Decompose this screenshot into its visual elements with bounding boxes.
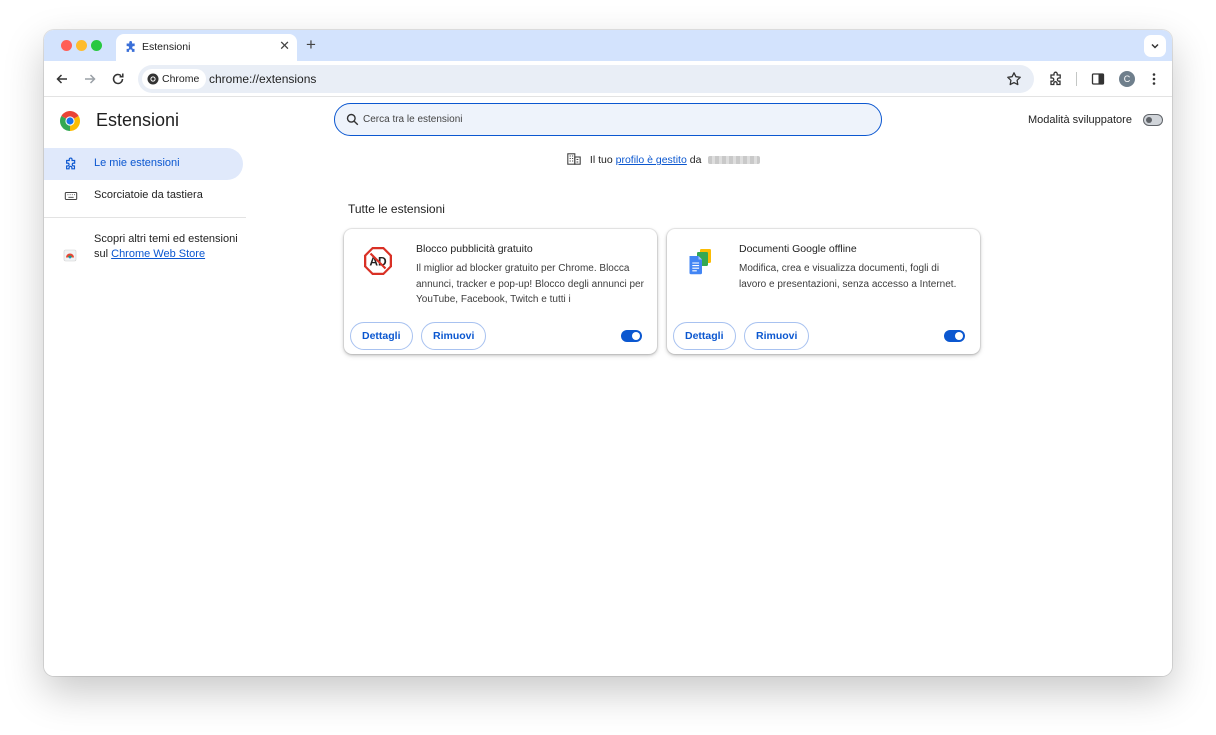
kebab-menu-icon[interactable] [1146, 71, 1162, 87]
extension-description: Modifica, crea e visualizza documenti, f… [739, 263, 957, 290]
building-icon [567, 153, 581, 165]
profile-avatar[interactable]: C [1119, 71, 1135, 87]
tab-title: Estensioni [142, 41, 191, 53]
web-store-promo: Scopri altri temi ed estensioni sul Chro… [94, 232, 244, 262]
puzzle-icon [66, 157, 76, 170]
sidebar-item-label: Scorciatoie da tastiera [94, 189, 203, 201]
web-store-icon [63, 249, 77, 262]
search-box[interactable] [334, 103, 882, 136]
details-button[interactable]: Dettagli [673, 322, 736, 350]
search-icon [346, 113, 359, 126]
reload-icon[interactable] [110, 71, 126, 87]
site-info-label: Chrome [162, 73, 200, 85]
extension-name: Blocco pubblicità gratuito [416, 243, 533, 255]
google-docs-icon [689, 249, 711, 275]
minimize-window-button[interactable] [76, 40, 87, 51]
forward-arrow-icon[interactable] [82, 71, 98, 87]
extension-enable-toggle[interactable] [944, 330, 965, 342]
extensions-page: Estensioni Modalità sviluppatore Le mie … [44, 98, 1172, 676]
ad-block-icon: AD [364, 247, 392, 275]
sidebar-item-label: Le mie estensioni [94, 157, 180, 169]
managed-notice-suffix: da [689, 154, 702, 166]
toolbar-divider [1076, 72, 1077, 86]
chrome-web-store-link[interactable]: Chrome Web Store [111, 248, 205, 260]
chrome-logo-icon [60, 111, 80, 131]
remove-button[interactable]: Rimuovi [744, 322, 810, 350]
side-panel-icon[interactable] [1090, 71, 1106, 87]
extension-card: Documenti Google offline Modifica, crea … [667, 229, 980, 354]
site-info-chip[interactable]: Chrome [142, 69, 207, 89]
developer-mode-toggle[interactable] [1143, 114, 1163, 126]
toolbar: Chrome chrome://extensions C [44, 61, 1172, 97]
puzzle-icon [126, 41, 135, 52]
browser-window: Estensioni ✕ + Chrome chrome://extension… [44, 30, 1172, 676]
bookmark-star-icon[interactable] [1006, 71, 1022, 87]
remove-button[interactable]: Rimuovi [421, 322, 487, 350]
sidebar-item-my-extensions[interactable]: Le mie estensioni [44, 148, 243, 180]
extension-description: Il miglior ad blocker gratuito per Chrom… [416, 263, 644, 305]
page-title: Estensioni [96, 110, 180, 130]
tab-strip: Estensioni ✕ + [44, 30, 1172, 61]
extension-enable-toggle[interactable] [621, 330, 642, 342]
extensions-puzzle-icon[interactable] [1048, 71, 1064, 87]
keyboard-icon [64, 191, 78, 201]
maximize-window-button[interactable] [91, 40, 102, 51]
new-tab-button[interactable]: + [306, 35, 316, 55]
sidebar-divider [44, 217, 246, 218]
managed-notice-prefix: Il tuo [589, 154, 613, 166]
section-title: Tutte le estensioni [348, 202, 445, 216]
close-tab-icon[interactable]: ✕ [279, 39, 290, 53]
redacted-organization-name [708, 156, 761, 164]
sidebar-item-keyboard-shortcuts[interactable]: Scorciatoie da tastiera [44, 180, 243, 212]
developer-mode-label: Modalità sviluppatore [1028, 114, 1132, 126]
chrome-icon [147, 73, 159, 85]
close-window-button[interactable] [61, 40, 72, 51]
chevron-down-icon [1151, 43, 1159, 49]
managed-profile-notice: Il tuo profilo è gestito da [567, 153, 761, 166]
details-button[interactable]: Dettagli [350, 322, 413, 350]
managed-profile-link[interactable]: profilo è gestito [616, 154, 687, 166]
tab-extensions[interactable]: Estensioni ✕ [116, 34, 297, 61]
search-input[interactable] [363, 110, 863, 128]
address-bar[interactable]: Chrome chrome://extensions [138, 65, 1034, 93]
extension-name: Documenti Google offline [739, 243, 857, 255]
url-text[interactable]: chrome://extensions [209, 72, 316, 86]
tab-search-button[interactable] [1144, 35, 1166, 57]
extension-card: AD Blocco pubblicità gratuito Il miglior… [344, 229, 657, 354]
back-arrow-icon[interactable] [54, 71, 70, 87]
